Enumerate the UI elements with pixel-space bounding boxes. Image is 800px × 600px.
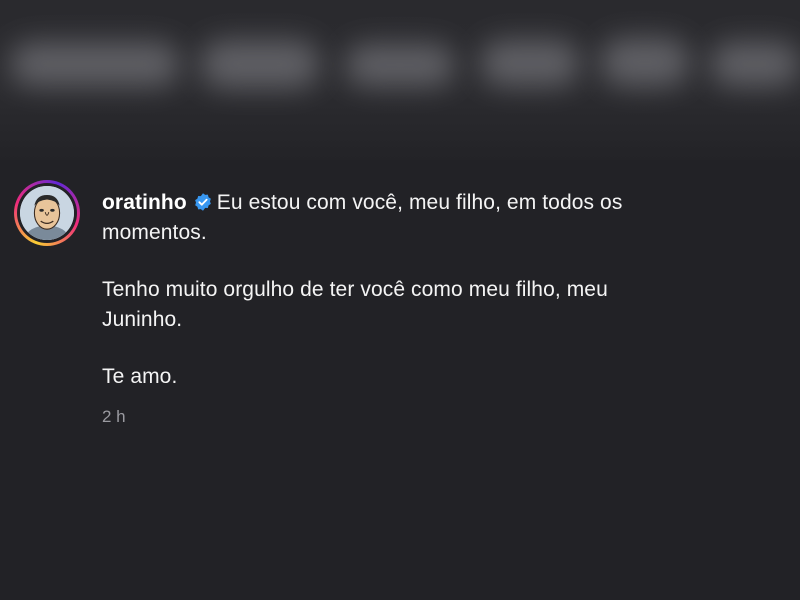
username-link[interactable]: oratinho [102, 191, 187, 214]
avatar[interactable] [20, 186, 74, 240]
comment-item: oratinho Eu estou com você, meu filho, em… [14, 180, 774, 427]
avatar-cartoon-icon [20, 186, 74, 240]
blurred-header [0, 0, 800, 160]
verified-badge-icon [193, 192, 213, 212]
comment-body: oratinho Eu estou com você, meu filho, em… [102, 180, 702, 427]
page: oratinho Eu estou com você, meu filho, em… [0, 0, 800, 600]
comment-text: Juninho. [102, 308, 183, 331]
comment-text: Tenho muito orgulho de ter você como meu… [102, 278, 608, 301]
comment-text: momentos. [102, 221, 207, 244]
avatar-story-ring[interactable] [14, 180, 80, 246]
comment-line: oratinho Eu estou com você, meu filho, em… [102, 188, 702, 218]
comment-text: Eu estou com você, meu filho, em todos o… [216, 191, 623, 214]
comment-text: Te amo. [102, 365, 178, 388]
comment-timestamp[interactable]: 2 h [102, 407, 702, 427]
